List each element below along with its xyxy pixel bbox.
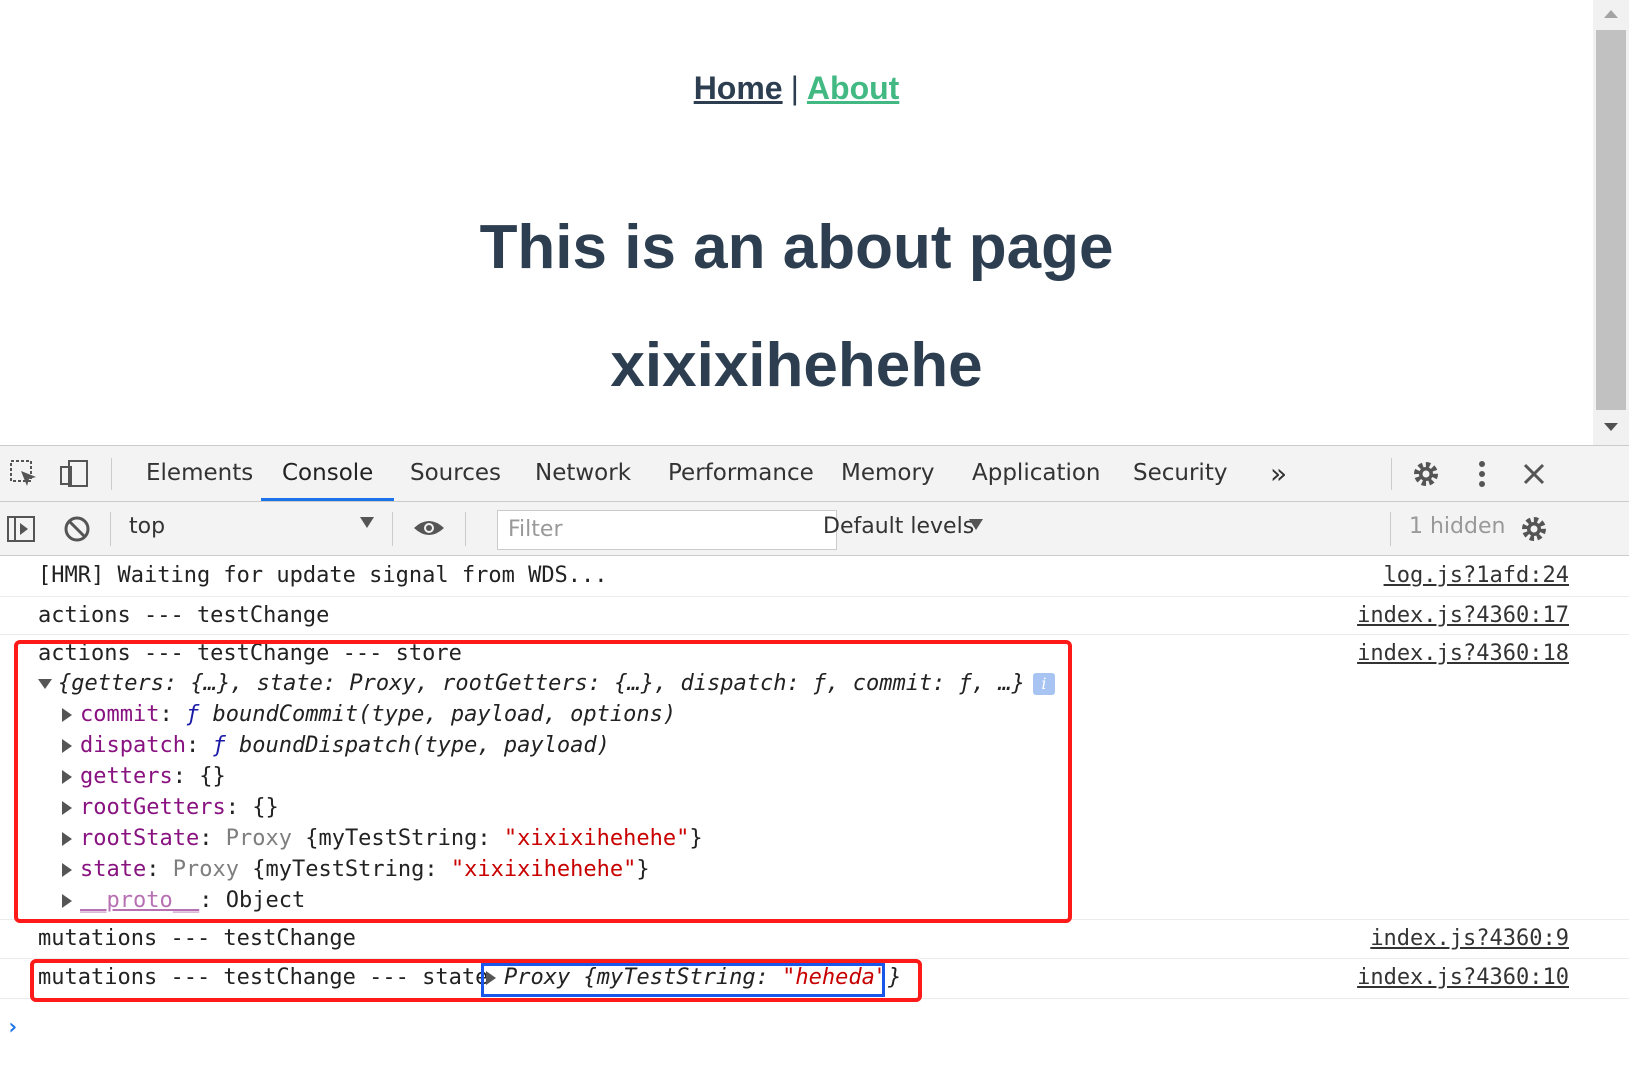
toolbar-divider (1390, 512, 1391, 546)
console-source-link[interactable]: index.js?4360:9 (1370, 926, 1569, 951)
tab-performance[interactable]: Performance (668, 446, 814, 501)
close-devtools-icon[interactable] (1518, 458, 1550, 490)
toolbar-divider (465, 512, 466, 546)
log-levels-dropdown[interactable]: Default levels (823, 514, 974, 539)
toolbar-divider (392, 512, 393, 546)
settings-gear-icon[interactable] (1410, 458, 1442, 490)
console-source-link[interactable]: index.js?4360:18 (1357, 641, 1569, 666)
console-prompt-icon[interactable]: › (6, 1015, 19, 1040)
nav-home-link[interactable]: Home (694, 70, 783, 106)
console-source-link[interactable]: index.js?4360:17 (1357, 603, 1569, 628)
console-message-text: actions --- testChange (38, 603, 330, 628)
nav-separator: | (790, 70, 799, 106)
clear-console-icon[interactable] (62, 514, 92, 544)
tab-console[interactable]: Console (261, 446, 395, 501)
tab-memory[interactable]: Memory (841, 446, 935, 501)
tab-application[interactable]: Application (972, 446, 1101, 501)
inspect-element-icon[interactable] (8, 458, 40, 490)
console-message-text: mutations --- testChange (38, 926, 356, 951)
scroll-down-arrow-icon[interactable] (1604, 423, 1618, 431)
top-nav: Home | About (0, 70, 1593, 107)
context-selector[interactable]: top (129, 514, 165, 539)
toolbar-divider (110, 512, 111, 546)
page-title: This is an about page (479, 213, 1114, 282)
scrollbar-thumb[interactable] (1596, 30, 1626, 410)
console-message-row: actions --- testChange index.js?4360:17 (0, 597, 1629, 635)
tab-elements[interactable]: Elements (146, 446, 253, 501)
console-input[interactable] (26, 1009, 1586, 1079)
live-expression-eye-icon[interactable] (412, 516, 446, 540)
console-filter-input[interactable]: Filter (497, 510, 837, 550)
page-subtitle: xixixihehehe (610, 331, 983, 400)
more-options-kebab-icon[interactable] (1466, 458, 1498, 490)
tab-sources[interactable]: Sources (410, 446, 501, 501)
more-tabs-chevron-icon[interactable]: » (1270, 446, 1287, 501)
console-source-link[interactable]: log.js?1afd:24 (1384, 563, 1569, 588)
console-settings-gear-icon[interactable] (1518, 513, 1550, 545)
scroll-up-arrow-icon[interactable] (1604, 10, 1618, 18)
device-toolbar-icon[interactable] (58, 458, 90, 490)
console-toolbar: top Filter Default levels 1 hidden (0, 502, 1629, 556)
page-viewport: Home | About This is an about page xixixih… (0, 0, 1629, 445)
console-output: [HMR] Waiting for update signal from WDS… (0, 557, 1629, 1086)
devtools-panel: Elements Console Sources Network Perform… (0, 445, 1629, 1086)
nav-about-link[interactable]: About (807, 70, 899, 106)
console-source-link[interactable]: index.js?4360:10 (1357, 965, 1569, 990)
page-scrollbar[interactable] (1593, 0, 1629, 445)
console-message-text: [HMR] Waiting for update signal from WDS… (38, 563, 608, 588)
tabbar-divider (111, 458, 112, 490)
show-sidebar-icon[interactable] (6, 514, 36, 544)
hidden-messages-count: 1 hidden (1409, 514, 1506, 539)
context-dropdown-arrow-icon[interactable] (360, 517, 374, 528)
devtools-tabbar: Elements Console Sources Network Perform… (0, 446, 1629, 502)
console-message-row: mutations --- testChange index.js?4360:9 (0, 920, 1629, 959)
tabbar-divider-right (1391, 458, 1392, 490)
tab-security[interactable]: Security (1133, 446, 1227, 501)
highlight-box-state-object (481, 963, 885, 997)
levels-dropdown-arrow-icon[interactable] (969, 519, 983, 530)
highlight-box-store (14, 640, 1072, 923)
console-message-row: [HMR] Waiting for update signal from WDS… (0, 557, 1629, 597)
tab-network[interactable]: Network (535, 446, 631, 501)
